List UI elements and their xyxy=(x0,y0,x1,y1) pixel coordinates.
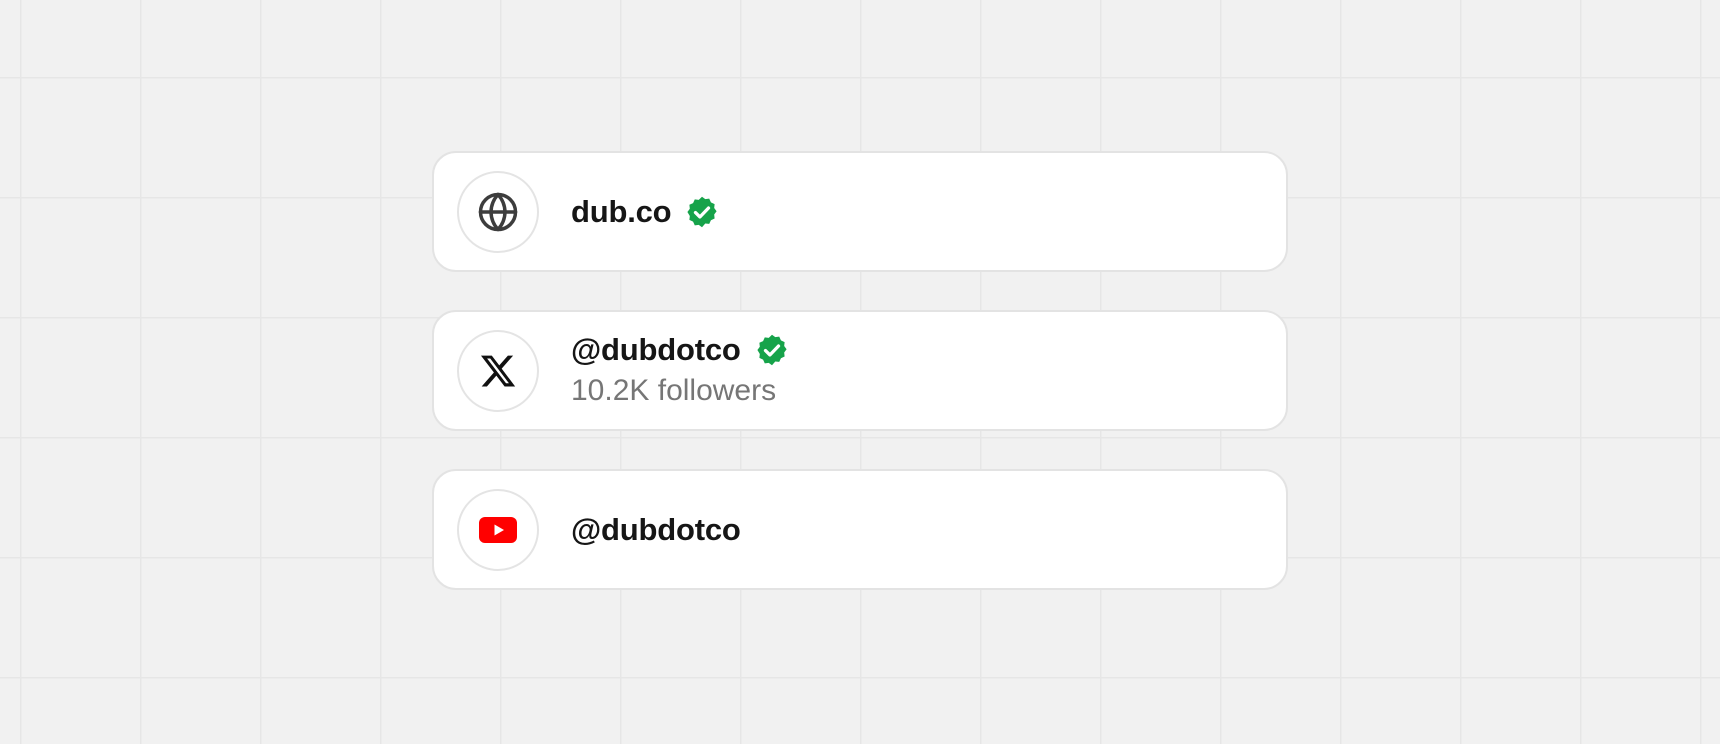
globe-icon xyxy=(478,192,518,232)
website-title-row: dub.co xyxy=(571,193,719,231)
website-domain: dub.co xyxy=(571,193,672,229)
youtube-title-row: @dubdotco xyxy=(571,511,741,549)
youtube-icon-container xyxy=(457,489,539,571)
x-logo-icon xyxy=(480,355,516,387)
x-handle: @dubdotco xyxy=(571,332,741,367)
verified-badge-icon xyxy=(687,196,717,227)
youtube-account-text: @dubdotco xyxy=(571,471,741,588)
website-card[interactable]: dub.co xyxy=(432,151,1288,272)
website-text: dub.co xyxy=(571,153,719,270)
youtube-handle: @dubdotco xyxy=(571,511,741,547)
x-title-row: @dubdotco xyxy=(571,331,789,369)
x-account-card[interactable]: @dubdotco 10.2K followers xyxy=(432,310,1288,431)
website-icon-container xyxy=(457,171,539,253)
x-account-text: @dubdotco 10.2K followers xyxy=(571,312,789,429)
youtube-account-card[interactable]: @dubdotco xyxy=(432,469,1288,590)
youtube-logo-icon xyxy=(479,517,517,543)
x-icon-container xyxy=(457,330,539,412)
verified-badge-icon xyxy=(757,334,787,366)
x-follower-count: 10.2K followers xyxy=(571,374,777,407)
